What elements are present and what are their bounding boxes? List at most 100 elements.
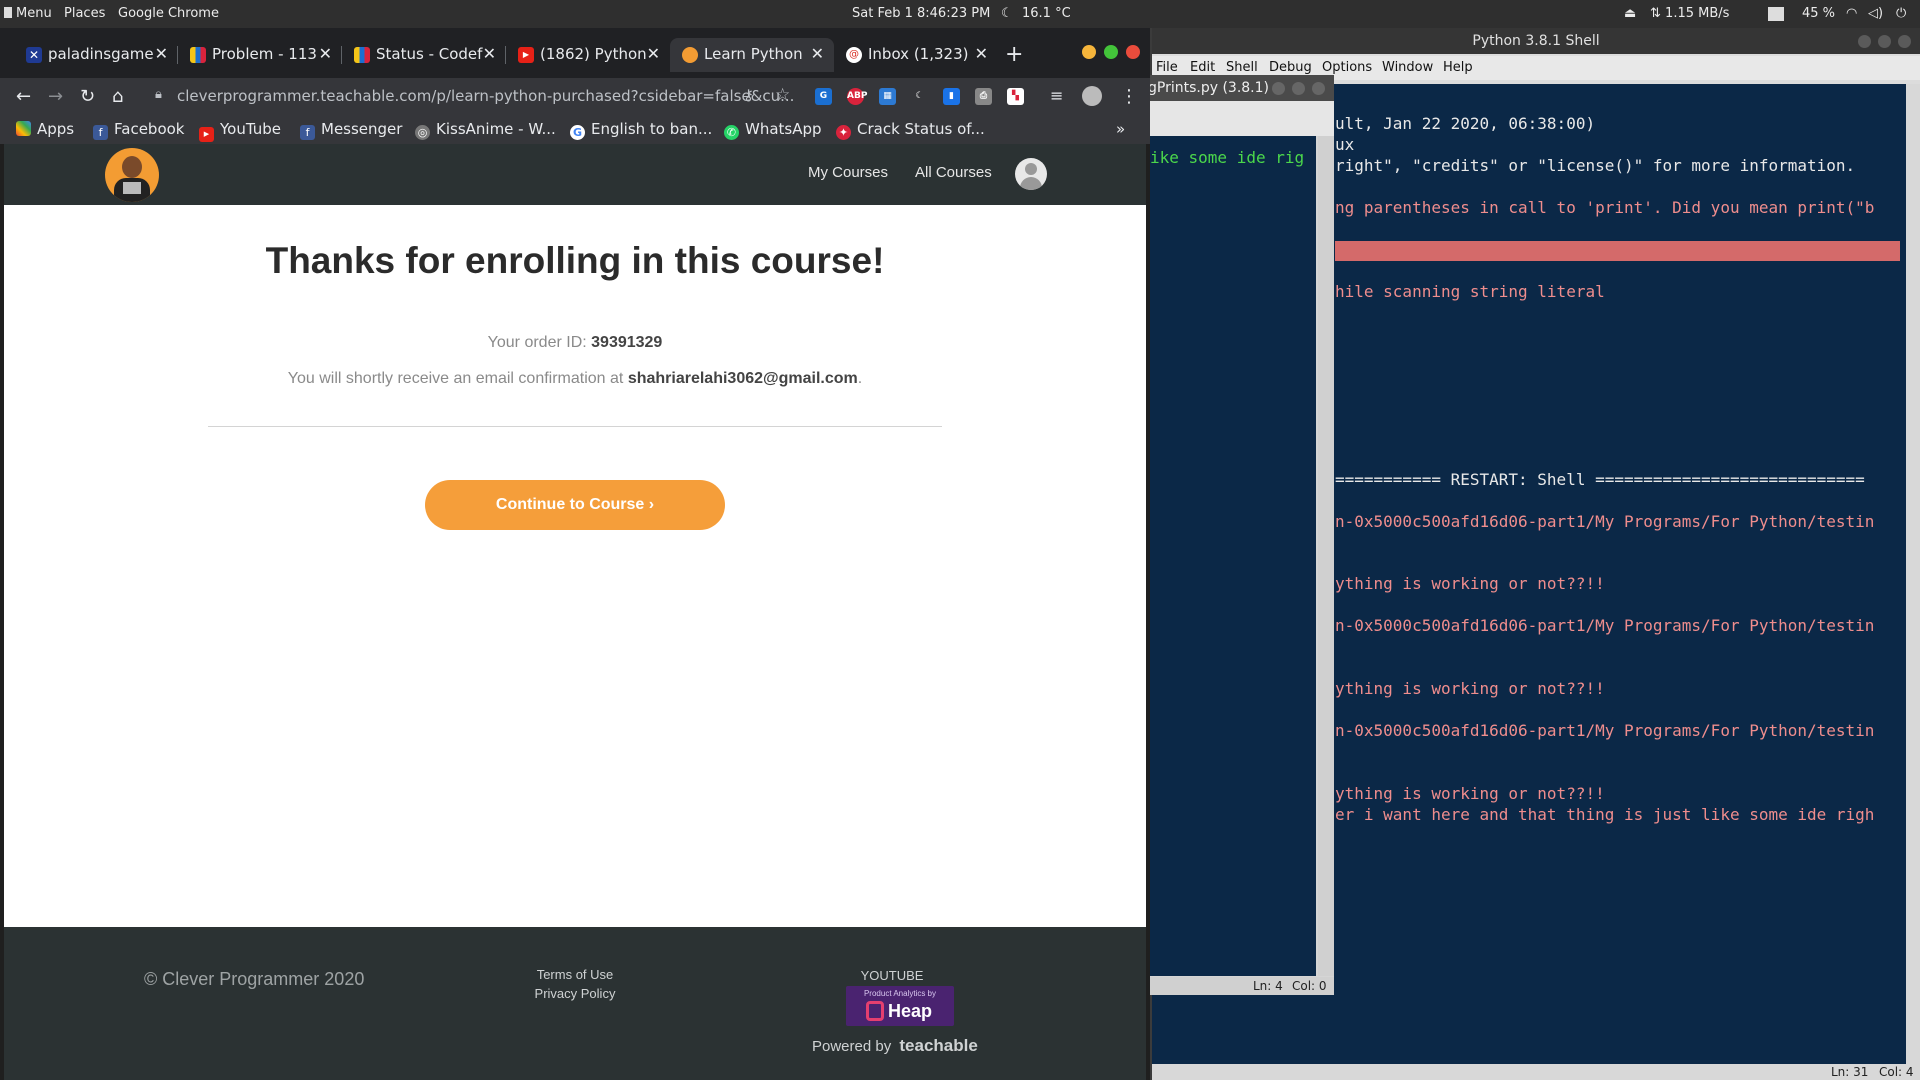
media-control-icon[interactable]: ≡ xyxy=(1050,86,1063,105)
shell-line: n-0x5000c500afd16d06-part1/My Programs/F… xyxy=(1335,512,1875,531)
printer-extension-icon[interactable]: ⎙ xyxy=(975,88,992,105)
bookmark-youtube[interactable]: ▶ YouTube xyxy=(199,120,281,142)
dark-reader-icon[interactable]: ☾ xyxy=(911,88,928,105)
home-icon[interactable]: ⌂ xyxy=(112,86,123,107)
minimize-button[interactable] xyxy=(1858,35,1871,48)
power-icon[interactable]: ⏻ xyxy=(1896,6,1906,21)
chrome-window: ✕ paladinsgame ✕ Problem - 113 ✕ Status … xyxy=(0,28,1150,1080)
clever-programmer-logo[interactable] xyxy=(105,148,159,202)
close-button[interactable] xyxy=(1898,35,1911,48)
lock-icon[interactable]: 🔒︎ xyxy=(155,87,162,102)
key-icon[interactable]: ⚷ xyxy=(743,86,754,104)
bookmark-kissanime[interactable]: ◎ KissAnime - W... xyxy=(415,120,556,140)
heap-name: Heap xyxy=(888,1001,933,1021)
active-app-label[interactable]: Google Chrome xyxy=(118,6,219,21)
bookmarks-overflow-button[interactable]: » xyxy=(1116,120,1125,138)
tab-status[interactable]: Status - Codef ✕ xyxy=(342,38,506,72)
tab-learn-python[interactable]: Learn Python ✕ xyxy=(670,38,834,72)
screen-capture-icon[interactable]: ▦ xyxy=(879,88,896,105)
bookmark-whatsapp[interactable]: ✆ WhatsApp xyxy=(724,120,822,140)
bookmark-facebook[interactable]: f Facebook xyxy=(93,120,184,140)
places-menu[interactable]: Places xyxy=(64,6,105,21)
editor-status-ln: Ln: 4 xyxy=(1253,979,1283,993)
bookmark-apps[interactable]: Apps xyxy=(16,120,74,138)
close-tab-icon[interactable]: ✕ xyxy=(975,44,988,63)
email-confirmation-text: You will shortly receive an email confir… xyxy=(287,370,624,387)
heap-badge[interactable]: Product Analytics by Heap xyxy=(846,986,954,1026)
tab-label: Learn Python xyxy=(704,45,803,63)
bookmark-english-to-bangla[interactable]: G English to ban... xyxy=(570,120,712,140)
volume-icon[interactable]: ◁) xyxy=(1868,6,1883,21)
page-title: Thanks for enrolling in this course! xyxy=(265,240,885,281)
logo-face xyxy=(122,156,142,178)
bookmark-label: WhatsApp xyxy=(745,120,822,138)
bookmark-extension-icon[interactable]: ▮ xyxy=(943,88,960,105)
privacy-policy-link[interactable]: Privacy Policy xyxy=(494,986,656,1001)
bookmark-star-icon[interactable]: ☆ xyxy=(775,85,790,105)
forward-arrow-icon[interactable]: → xyxy=(48,86,63,107)
back-arrow-icon[interactable]: ← xyxy=(16,86,31,107)
maximize-button[interactable] xyxy=(1104,45,1118,59)
shell-scrollbar[interactable] xyxy=(1906,84,1920,1064)
bookmark-messenger[interactable]: f Messenger xyxy=(300,120,402,140)
error-highlight xyxy=(1335,241,1900,261)
translate-extension-icon[interactable]: G xyxy=(815,88,832,105)
close-tab-icon[interactable]: ✕ xyxy=(811,44,824,63)
close-tab-icon[interactable]: ✕ xyxy=(155,44,168,63)
minimize-button[interactable] xyxy=(1272,82,1285,95)
user-avatar[interactable] xyxy=(1015,158,1047,190)
clock[interactable]: Sat Feb 1 8:46:23 PM xyxy=(852,6,990,21)
nav-all-courses[interactable]: All Courses xyxy=(915,164,992,181)
editor-scrollbar[interactable] xyxy=(1318,136,1334,976)
close-tab-icon[interactable]: ✕ xyxy=(647,44,660,63)
close-tab-icon[interactable]: ✕ xyxy=(319,44,332,63)
wifi-icon[interactable]: ◠ xyxy=(1846,6,1857,21)
menu-window[interactable]: Window xyxy=(1382,60,1433,75)
shell-titlebar[interactable]: Python 3.8.1 Shell xyxy=(1152,28,1920,54)
menu-help[interactable]: Help xyxy=(1443,60,1473,75)
kebab-menu-icon[interactable]: ⋮ xyxy=(1120,86,1138,107)
close-tab-icon[interactable]: ✕ xyxy=(483,44,496,63)
menu-edit[interactable]: Edit xyxy=(1190,60,1215,75)
order-id-value: 39391329 xyxy=(591,334,663,351)
bookmarks-bar: Apps f Facebook ▶ YouTube f Messenger ◎ Kiss… xyxy=(0,116,1150,144)
bookmark-label: KissAnime - W... xyxy=(436,120,556,138)
tab-strip: ✕ paladinsgame ✕ Problem - 113 ✕ Status … xyxy=(0,28,1150,78)
powered-by-teachable[interactable]: Powered by teachable xyxy=(812,1036,978,1056)
battery-level[interactable]: 45 % xyxy=(1802,6,1835,21)
continue-to-course-button[interactable]: Continue to Course › xyxy=(425,480,725,530)
tab-youtube[interactable]: ▶ (1862) Python ✕ xyxy=(506,38,670,72)
menu-shell[interactable]: Shell xyxy=(1226,60,1258,75)
youtube-link[interactable]: YOUTUBE xyxy=(844,968,940,983)
system-monitor-icon[interactable] xyxy=(1768,7,1784,21)
nav-my-courses[interactable]: My Courses xyxy=(808,164,888,181)
maximize-button[interactable] xyxy=(1878,35,1891,48)
minimize-button[interactable] xyxy=(1082,45,1096,59)
new-tab-button[interactable]: + xyxy=(1005,42,1023,67)
bookmark-crack-status[interactable]: ✦ Crack Status of... xyxy=(836,120,985,140)
shell-error-line: ng parentheses in call to 'print'. Did y… xyxy=(1335,198,1875,217)
menu-button[interactable]: Menu xyxy=(4,6,52,21)
tab-problem[interactable]: Problem - 113 ✕ xyxy=(178,38,342,72)
logo-laptop xyxy=(123,182,141,194)
adblock-plus-icon[interactable]: ABP xyxy=(847,88,867,105)
network-speed[interactable]: ⇅ 1.15 MB/s xyxy=(1650,6,1729,21)
maximize-button[interactable] xyxy=(1292,82,1305,95)
menu-file[interactable]: File xyxy=(1156,60,1178,75)
menu-options[interactable]: Options xyxy=(1322,60,1372,75)
close-button[interactable] xyxy=(1126,45,1140,59)
terms-of-use-link[interactable]: Terms of Use xyxy=(494,967,656,982)
tab-paladins[interactable]: ✕ paladinsgame ✕ xyxy=(14,38,178,72)
editor-code-area[interactable]: ike some ide rig xyxy=(1148,136,1316,976)
eject-icon[interactable]: ⏏ xyxy=(1624,6,1636,21)
menu-debug[interactable]: Debug xyxy=(1269,60,1312,75)
editor-titlebar[interactable]: gPrints.py (3.8.1) xyxy=(1148,75,1334,101)
reload-icon[interactable]: ↻ xyxy=(80,86,95,107)
flag-extension-icon[interactable]: ▚ xyxy=(1007,88,1024,105)
profile-avatar-icon[interactable] xyxy=(1082,86,1102,106)
address-bar[interactable]: 🔒︎ cleverprogrammer.teachable.com/p/lear… xyxy=(145,83,805,111)
weather-temp[interactable]: 16.1 °C xyxy=(1022,6,1071,21)
editor-menubar xyxy=(1148,101,1334,136)
tab-inbox[interactable]: @ Inbox (1,323) ✕ xyxy=(834,38,998,72)
close-button[interactable] xyxy=(1312,82,1325,95)
